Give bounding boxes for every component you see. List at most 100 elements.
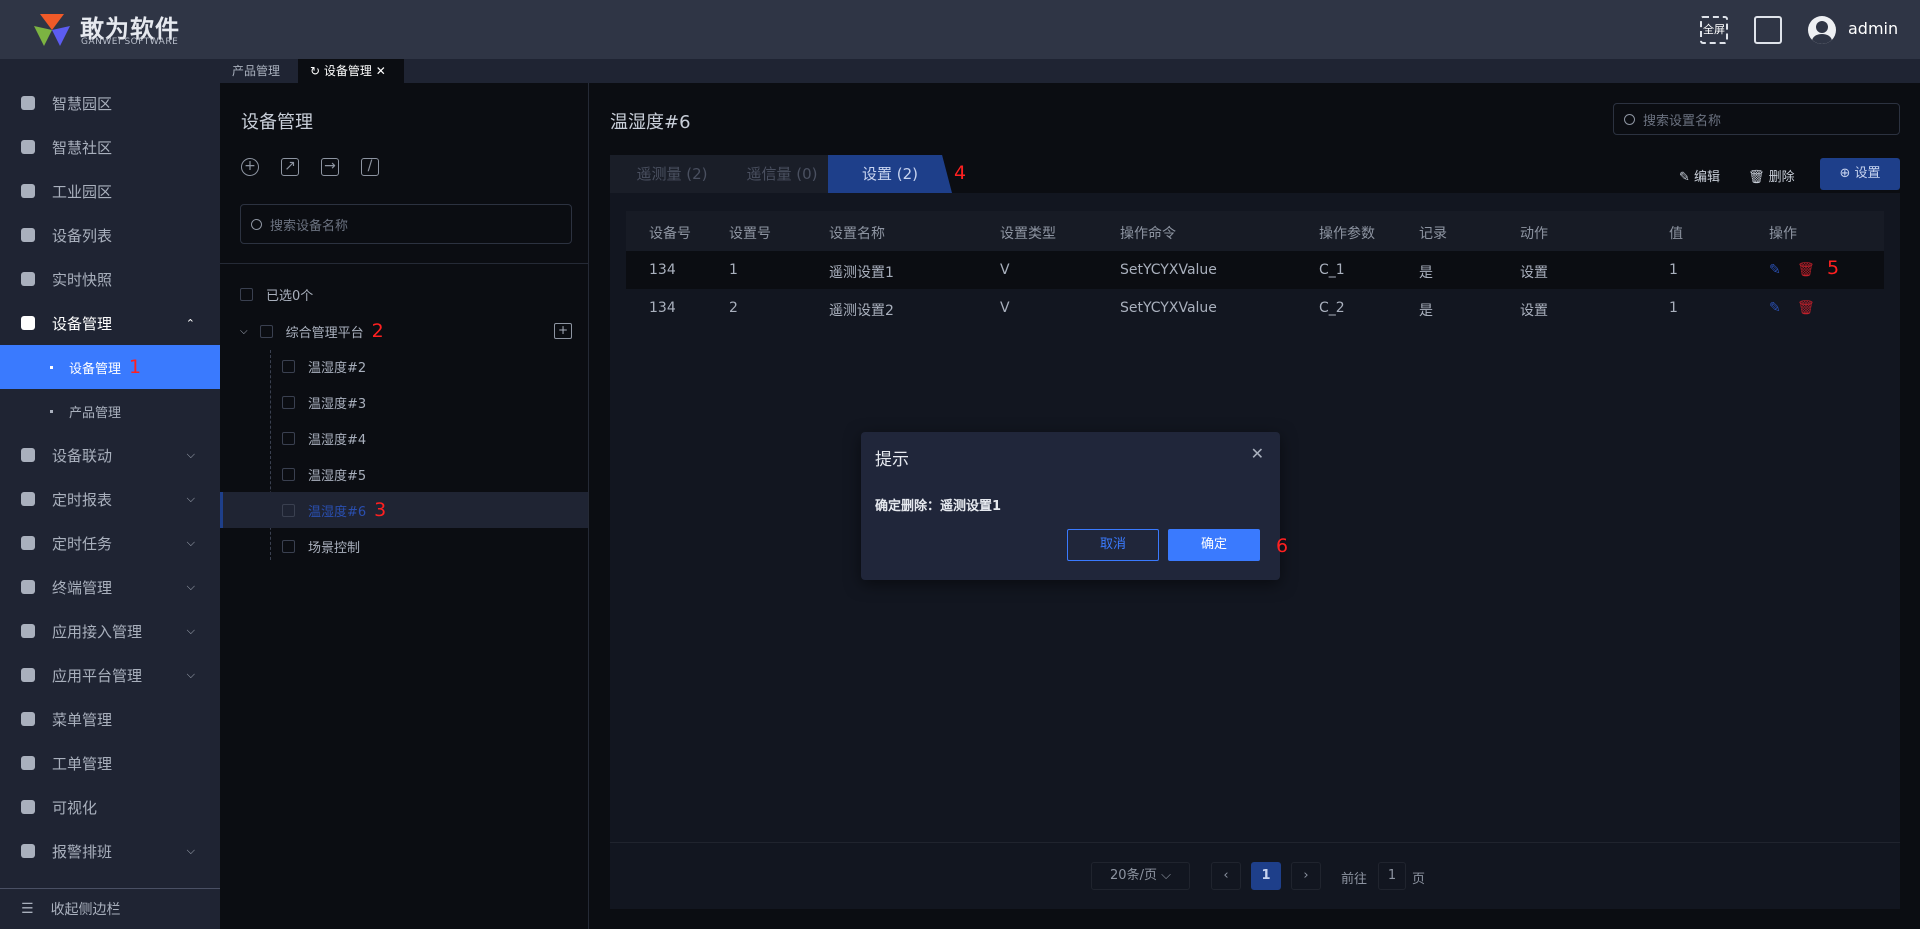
table-header: 设备号 设置号 设置名称 设置类型 操作命令 操作参数 记录 动作 值 操作 — [626, 211, 1884, 251]
sidebar-item[interactable]: 设备列表 — [0, 213, 220, 257]
add-setting-button[interactable]: ⊕ 设置 — [1820, 158, 1900, 190]
sidebar-item[interactable]: 应用接入管理 ⌵ — [0, 609, 220, 653]
import-folder-icon[interactable]: → — [321, 158, 339, 176]
checkbox[interactable] — [282, 539, 295, 553]
sidebar-item[interactable]: 定时任务 ⌵ — [0, 521, 220, 565]
chevron-down-icon: ⌵ — [1161, 868, 1171, 883]
page-size-select[interactable]: 20条/页 ⌵ — [1091, 862, 1190, 890]
tree-node[interactable]: 温湿度#2 — [220, 348, 588, 384]
add-icon[interactable]: + — [241, 158, 259, 176]
fullscreen-text-button[interactable]: 全屏 — [1700, 16, 1728, 44]
sidebar-item-label: 实时快照 — [52, 270, 113, 289]
next-page-button[interactable]: › — [1291, 862, 1321, 890]
task-icon — [21, 536, 35, 550]
user-name[interactable]: admin — [1848, 19, 1898, 38]
chevron-down-icon: ⌵ — [186, 536, 195, 549]
confirm-dialog: 提示 ✕ 确定删除：遥测设置1 取消 确定 — [861, 432, 1280, 580]
page-1-button[interactable]: 1 — [1251, 862, 1281, 890]
sidebar-item[interactable]: 设备联动 ⌵ — [0, 433, 220, 477]
prev-page-button[interactable]: ‹ — [1211, 862, 1241, 890]
edit-icon[interactable]: ✎ — [1769, 300, 1781, 316]
select-all-row[interactable]: 已选0个 — [220, 276, 588, 312]
checkbox[interactable] — [240, 287, 253, 301]
tree-node[interactable]: 场景控制 — [220, 528, 588, 564]
device-search-input[interactable]: 搜索设备名称 — [240, 204, 572, 244]
export-icon[interactable]: ↗ — [281, 158, 299, 176]
tab-telesignal[interactable]: 遥信量 (0) — [720, 155, 844, 193]
sidebar-item[interactable]: 定时报表 ⌵ — [0, 477, 220, 521]
search-placeholder: 搜索设备名称 — [270, 218, 349, 234]
chevron-down-icon: ⌵ — [186, 624, 195, 637]
checkbox[interactable] — [282, 431, 295, 445]
column-header: 记录 — [1419, 226, 1447, 242]
top-header: 敢为软件 GANWEI SOFTWARE 全屏 admin — [0, 0, 1920, 59]
avatar[interactable] — [1808, 16, 1836, 44]
column-header: 操作 — [1769, 226, 1797, 242]
chevron-down-icon: ⌵ — [186, 492, 195, 505]
camera-icon — [21, 272, 35, 286]
sidebar-item[interactable]: 工单管理 — [0, 741, 220, 785]
sidebar-item[interactable]: 产品管理 — [0, 389, 220, 433]
close-icon[interactable]: ✕ — [372, 64, 386, 78]
tree-node[interactable]: 温湿度#4 — [220, 420, 588, 456]
chart-icon — [21, 184, 35, 198]
sidebar-item[interactable]: 实时快照 — [0, 257, 220, 301]
checkbox[interactable] — [282, 503, 295, 517]
tree-node[interactable]: 温湿度#6 3 — [220, 492, 588, 528]
sidebar-item[interactable]: 应用平台管理 ⌵ — [0, 653, 220, 697]
chevron-down-icon[interactable]: ⌵ — [240, 326, 248, 337]
add-folder-icon[interactable]: + — [554, 323, 572, 339]
sidebar-item[interactable]: 智慧社区 — [0, 125, 220, 169]
cancel-button[interactable]: 取消 — [1067, 529, 1159, 561]
fullscreen-icon[interactable] — [1754, 16, 1782, 44]
edit-button[interactable]: ✎ 编辑 — [1679, 166, 1720, 185]
trash-icon[interactable]: 🗑 — [1797, 300, 1815, 316]
sidebar-item[interactable]: 设备管理 1 — [0, 345, 220, 389]
confirm-button[interactable]: 确定 — [1168, 529, 1260, 561]
edit-icon[interactable]: / — [361, 158, 379, 176]
tree-node[interactable]: 温湿度#3 — [220, 384, 588, 420]
sidebar-item[interactable]: 报警排班 ⌵ — [0, 829, 220, 873]
refresh-icon[interactable]: ↻ — [310, 64, 324, 78]
tab-bar: 产品管理 ↻ 设备管理 ✕ — [220, 59, 1920, 83]
goto-suffix: 页 — [1412, 872, 1426, 887]
gear-icon — [21, 756, 35, 770]
table-cell: 设置 — [1520, 265, 1548, 281]
checkbox[interactable] — [282, 467, 295, 481]
sidebar-item[interactable]: 智慧园区 — [0, 81, 220, 125]
calendar-icon — [21, 844, 35, 858]
table-cell: 134 — [649, 262, 676, 278]
trash-icon[interactable]: 🗑 — [1797, 262, 1815, 278]
checkbox[interactable] — [282, 359, 295, 373]
checkbox[interactable] — [282, 395, 295, 409]
sidebar-item-label: 工单管理 — [52, 754, 113, 773]
sidebar-item[interactable]: 终端管理 ⌵ — [0, 565, 220, 609]
table-cell: C_2 — [1319, 300, 1345, 316]
tree-node[interactable]: 温湿度#5 — [220, 456, 588, 492]
close-icon[interactable]: ✕ — [1251, 444, 1264, 463]
sidebar-item[interactable]: 工业园区 — [0, 169, 220, 213]
sidebar-item[interactable]: 设备管理 ⌃ — [0, 301, 220, 345]
tab-device-management[interactable]: ↻ 设备管理 ✕ — [298, 59, 404, 83]
edit-icon[interactable]: ✎ — [1769, 262, 1781, 278]
tab-telemetry[interactable]: 遥测量 (2) — [610, 155, 734, 193]
checkbox[interactable] — [259, 324, 273, 338]
page-size-value: 20条/页 — [1110, 868, 1157, 883]
goto-page-input[interactable]: 1 — [1378, 862, 1406, 890]
delete-button[interactable]: 🗑 删除 — [1748, 166, 1795, 185]
tree-root-label: 综合管理平台 — [285, 325, 364, 341]
table-row[interactable]: 134 1 遥测设置1 V SetYCYXValue C_1 是 设置 1 ✎ 🗑 5 — [626, 251, 1884, 289]
bullet-icon — [50, 409, 53, 413]
sidebar-item[interactable]: 可视化 — [0, 785, 220, 829]
tab-product-management[interactable]: 产品管理 — [220, 59, 298, 83]
tab-label: 设备管理 — [323, 64, 372, 78]
table-row[interactable]: 134 2 遥测设置2 V SetYCYXValue C_2 是 设置 1 ✎ 🗑 — [626, 289, 1884, 327]
divider — [220, 263, 588, 264]
collapse-sidebar-button[interactable]: ☰ 收起侧边栏 — [0, 888, 220, 929]
tree-root-node[interactable]: ⌵ 综合管理平台 2 + — [220, 313, 588, 349]
annotation-3: 3 — [374, 499, 387, 521]
sidebar-item[interactable]: 菜单管理 — [0, 697, 220, 741]
tab-settings[interactable]: 设置 (2) — [828, 155, 952, 193]
setting-search-input[interactable]: 搜索设置名称 — [1613, 103, 1900, 135]
sidebar-item-label: 设备联动 — [52, 446, 113, 465]
